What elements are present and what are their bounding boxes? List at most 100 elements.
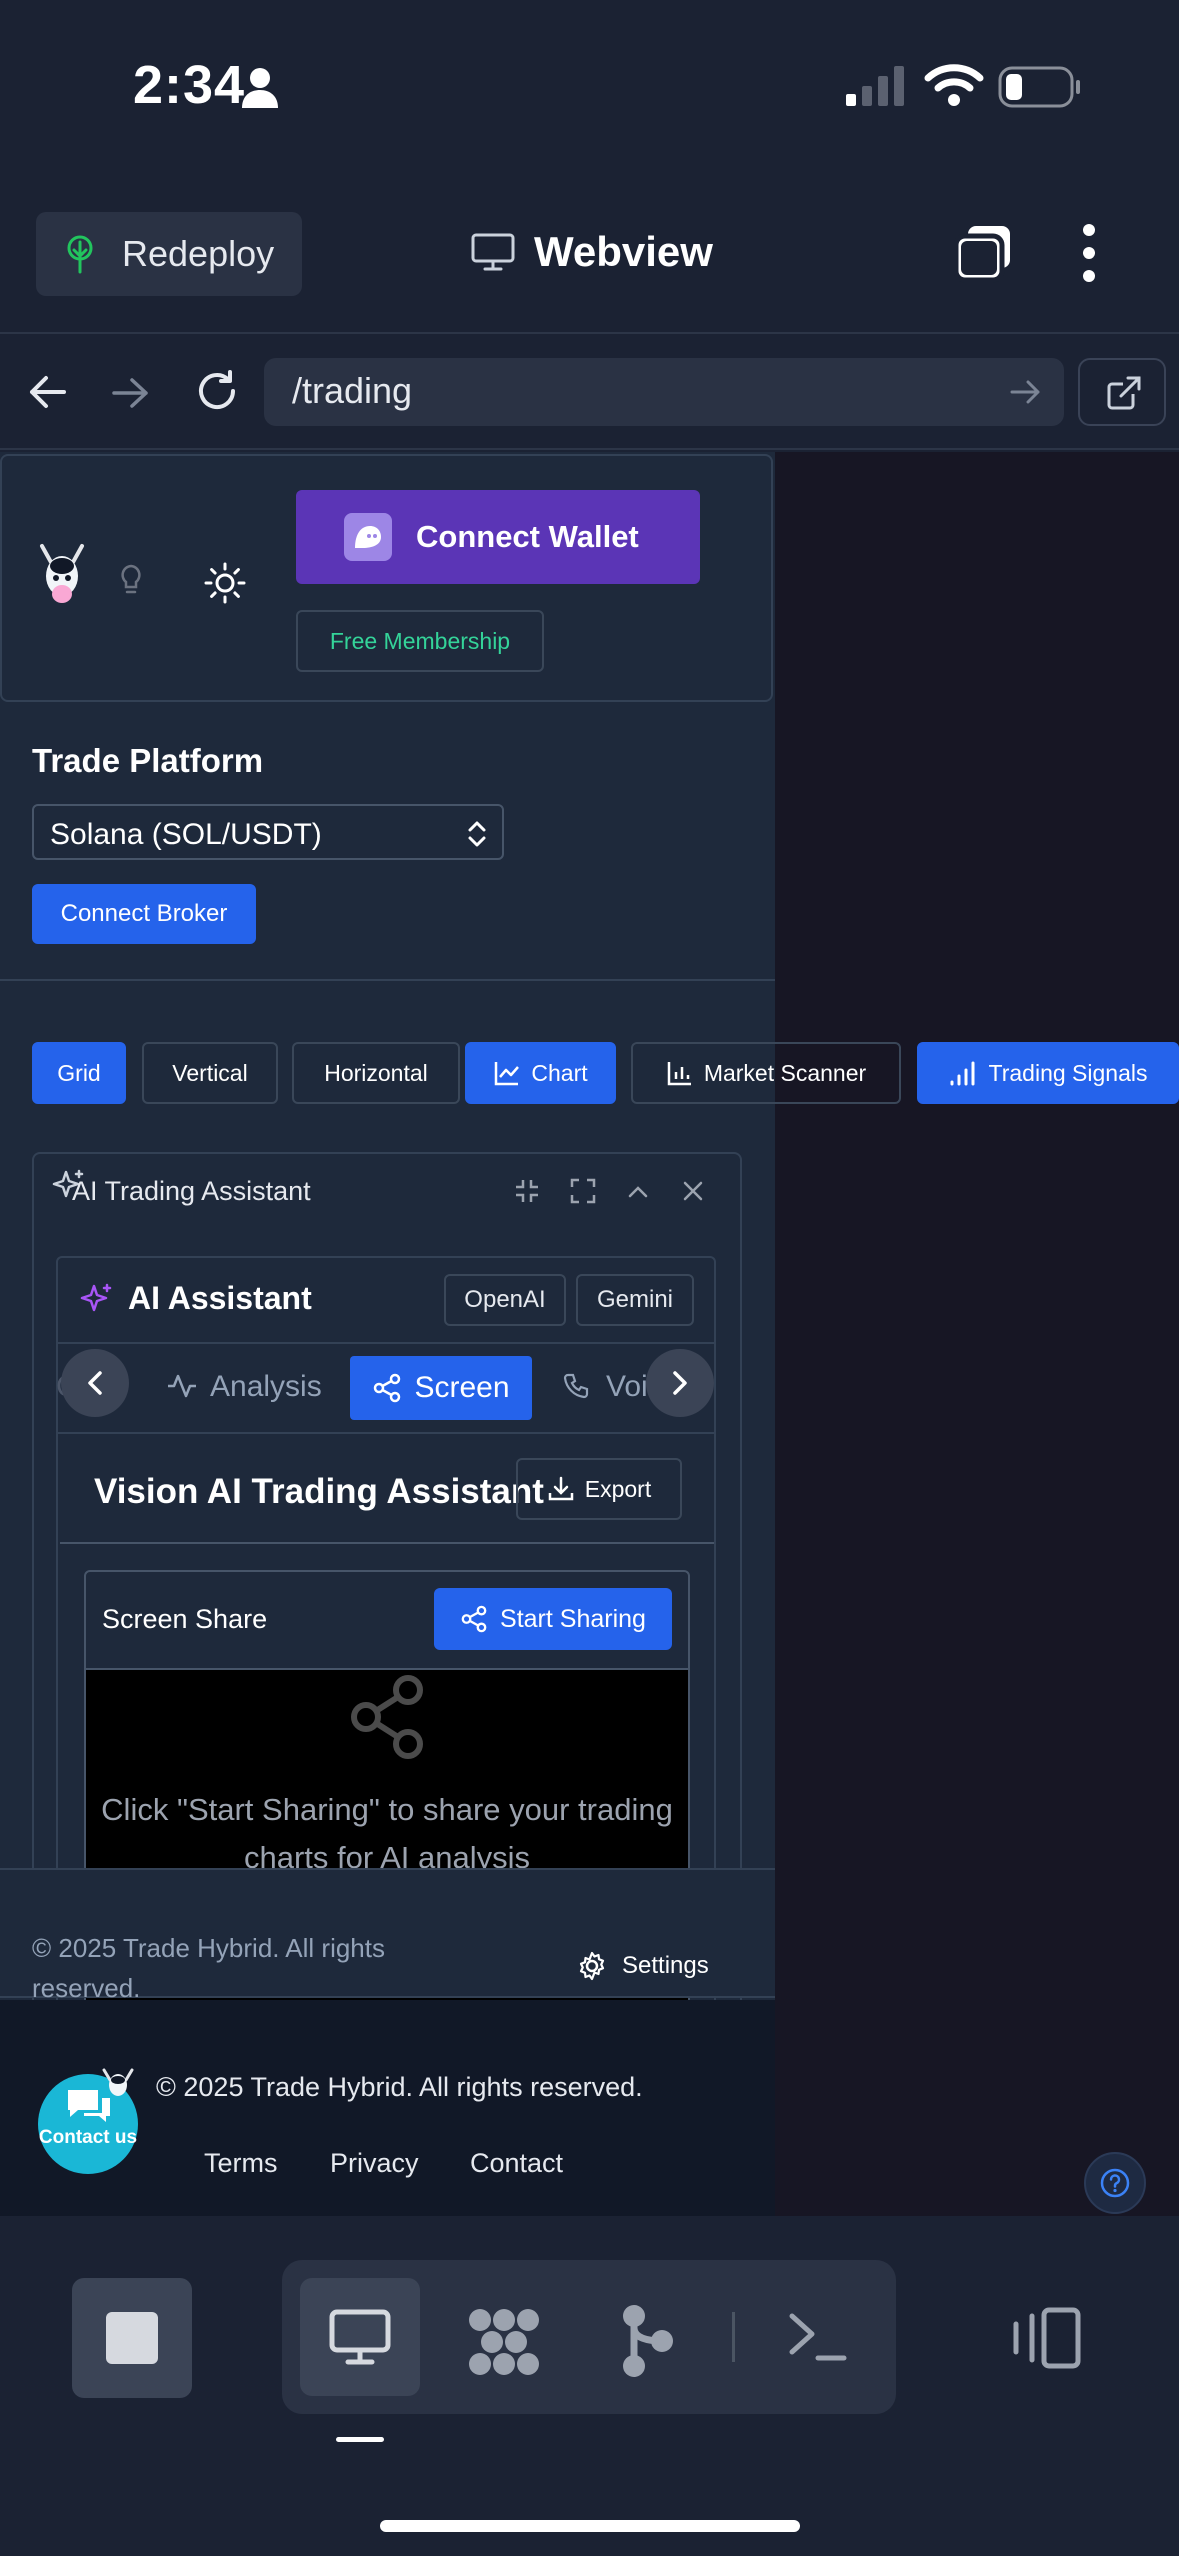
horizontal-label: Horizontal <box>324 1059 428 1086</box>
monitor-icon <box>471 233 515 271</box>
open-external-button[interactable] <box>1078 358 1166 426</box>
divider <box>60 1542 714 1544</box>
workflow-icon[interactable] <box>466 2306 542 2378</box>
help-button[interactable] <box>1084 2152 1146 2214</box>
lightbulb-icon[interactable] <box>120 564 142 596</box>
phone-call-icon <box>563 1373 589 1399</box>
ai-assistant-title: AI Assistant <box>128 1280 312 1316</box>
arrow-right-icon[interactable] <box>110 372 152 414</box>
active-tool-indicator <box>336 2437 384 2442</box>
openai-provider-chip[interactable]: OpenAI <box>444 1274 566 1326</box>
help-icon <box>1100 2168 1130 2198</box>
status-time: 2:34 <box>133 55 246 115</box>
tabs-scroll-right-button[interactable] <box>646 1349 714 1417</box>
connect-wallet-label: Connect Wallet <box>416 519 639 554</box>
webview-content: Connect Wallet Free Membership Trade Pla… <box>0 452 1179 2216</box>
tab-screen[interactable]: Screen <box>350 1356 532 1420</box>
chevron-updown-icon <box>468 821 486 847</box>
go-arrow-icon[interactable] <box>1010 378 1042 406</box>
export-button[interactable]: Export <box>516 1458 682 1520</box>
trading-signals-button[interactable]: Trading Signals <box>917 1042 1179 1104</box>
contact-us-label: Contact us <box>38 2127 138 2148</box>
home-indicator[interactable] <box>380 2520 800 2532</box>
ai-panel-title: AI Trading Assistant <box>72 1176 311 1206</box>
export-label: Export <box>584 1475 652 1502</box>
chevron-left-icon <box>88 1371 102 1395</box>
chevron-right-icon <box>673 1371 687 1395</box>
tabs-icon[interactable] <box>952 222 1014 284</box>
tab-partial-right[interactable]: Voi <box>606 1370 648 1404</box>
contact-link[interactable]: Contact <box>470 2148 563 2179</box>
horizontal-view-button[interactable]: Horizontal <box>292 1042 460 1104</box>
settings-label: Settings <box>622 1952 709 1979</box>
wifi-icon <box>924 64 984 106</box>
vision-ai-title: Vision AI Trading Assistant <box>94 1472 544 1511</box>
bar-chart-icon <box>667 1062 691 1086</box>
gemini-provider-chip[interactable]: Gemini <box>576 1274 694 1326</box>
bull-mini-logo-icon <box>102 2068 134 2096</box>
person-icon <box>242 68 278 108</box>
connect-broker-button[interactable]: Connect Broker <box>32 884 256 944</box>
divider <box>0 979 775 981</box>
arrow-left-icon[interactable] <box>26 370 70 414</box>
screen-share-label: Screen Share <box>102 1604 268 1634</box>
cellular-signal-icon <box>846 66 904 106</box>
footer-copyright: © 2025 Trade Hybrid. All rights reserved… <box>32 1933 385 2003</box>
more-vertical-icon[interactable] <box>1076 222 1102 284</box>
minimize-icon[interactable] <box>514 1178 540 1204</box>
trade-platform-title: Trade Platform <box>32 742 264 779</box>
site-header: Connect Wallet Free Membership <box>0 454 773 702</box>
tab-screen-label: Screen <box>414 1371 510 1404</box>
webview-label: Webview <box>534 228 713 275</box>
start-sharing-button[interactable]: Start Sharing <box>434 1588 672 1650</box>
refresh-icon[interactable] <box>194 368 240 414</box>
redeploy-label: Redeploy <box>122 233 275 274</box>
share-icon <box>374 1373 401 1403</box>
bull-logo-icon[interactable] <box>36 542 88 614</box>
market-scanner-label: Market Scanner <box>703 1059 867 1086</box>
stop-button[interactable] <box>72 2278 192 2398</box>
url-text: /trading <box>292 370 413 411</box>
battery-icon <box>998 66 1080 108</box>
grid-view-button[interactable]: Grid <box>32 1042 126 1104</box>
chart-button[interactable]: Chart <box>465 1042 616 1104</box>
redeploy-button[interactable]: Redeploy <box>36 212 302 296</box>
panel-toggle-icon[interactable] <box>1010 2306 1082 2370</box>
git-branch-icon[interactable] <box>620 2304 676 2378</box>
signal-bars-icon <box>950 1061 975 1086</box>
chevron-up-icon[interactable] <box>626 1182 650 1200</box>
activity-icon <box>168 1374 196 1398</box>
trading-signals-label: Trading Signals <box>988 1059 1148 1086</box>
stop-icon <box>106 2312 158 2364</box>
start-sharing-label: Start Sharing <box>500 1604 646 1633</box>
tab-analysis[interactable]: Analysis <box>210 1370 322 1404</box>
gear-icon <box>579 1951 605 1981</box>
terms-link[interactable]: Terms <box>204 2148 278 2179</box>
settings-button[interactable]: Settings <box>576 1950 709 1982</box>
tabs-scroll-left-button[interactable] <box>61 1349 129 1417</box>
download-icon <box>548 1476 573 1501</box>
vertical-label: Vertical <box>172 1059 248 1086</box>
close-icon[interactable] <box>682 1180 704 1202</box>
connect-wallet-button[interactable]: Connect Wallet <box>296 490 700 584</box>
phantom-wallet-icon <box>344 513 392 561</box>
privacy-link[interactable]: Privacy <box>330 2148 419 2179</box>
market-scanner-button[interactable]: Market Scanner <box>631 1042 901 1104</box>
line-chart-icon <box>495 1062 520 1086</box>
vertical-view-button[interactable]: Vertical <box>142 1042 278 1104</box>
share-icon <box>461 1605 487 1633</box>
chart-label: Chart <box>531 1059 588 1086</box>
view-mode-toolbar: Grid Vertical Horizontal Chart Market Sc… <box>16 1012 1179 1112</box>
maximize-icon[interactable] <box>570 1178 596 1204</box>
monitor-icon <box>329 2309 391 2365</box>
tree-icon <box>67 235 93 274</box>
webview-tool-button[interactable] <box>300 2278 420 2396</box>
sun-icon[interactable] <box>204 562 246 604</box>
free-membership-button[interactable]: Free Membership <box>296 610 544 672</box>
pair-select[interactable]: Solana (SOL/USDT) <box>32 804 504 860</box>
external-link-icon <box>1107 376 1141 410</box>
toolbar-divider <box>732 2312 735 2362</box>
share-placeholder-icon <box>351 1675 423 1759</box>
terminal-icon[interactable] <box>788 2310 848 2364</box>
assistant-sparkles-icon <box>80 1283 112 1312</box>
